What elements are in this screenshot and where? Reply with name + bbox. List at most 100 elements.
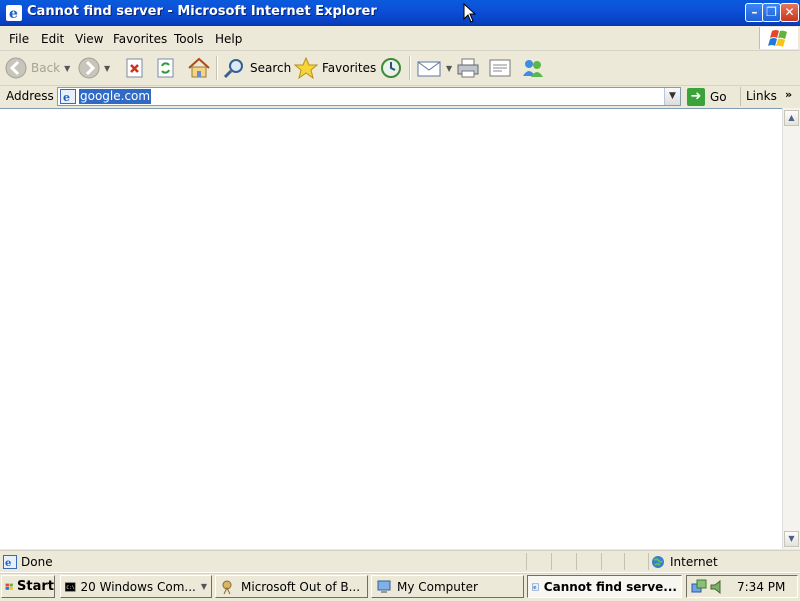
- back-label: Back: [31, 61, 61, 75]
- page-content[interactable]: [0, 108, 783, 549]
- printer-icon: [457, 58, 479, 78]
- menu-help[interactable]: Help: [215, 32, 242, 46]
- links-chevron-icon[interactable]: »: [785, 88, 792, 101]
- globe-icon: [652, 555, 664, 568]
- task-label: Cannot find serve...: [543, 579, 677, 594]
- window-title: Cannot find server - Microsoft Internet …: [27, 4, 377, 19]
- volume-tray-icon[interactable]: [709, 579, 725, 595]
- svg-text:C:\: C:\: [66, 584, 75, 590]
- forward-dropdown-icon[interactable]: ▼: [104, 64, 110, 73]
- status-pane: [551, 553, 575, 570]
- status-text: Done: [21, 555, 53, 569]
- mail-icon: [417, 61, 441, 77]
- stop-button[interactable]: [124, 54, 146, 82]
- close-icon: ✕: [784, 5, 795, 19]
- menu-view[interactable]: View: [75, 32, 103, 46]
- status-pane: [526, 553, 550, 570]
- address-dropdown-button[interactable]: ▼: [664, 88, 680, 105]
- vertical-scrollbar[interactable]: ▲ ▼: [782, 108, 800, 549]
- task-label: My Computer: [397, 579, 478, 594]
- status-pane: [601, 553, 623, 570]
- restore-button[interactable]: ❐: [762, 3, 781, 22]
- oobe-wizard-icon: [222, 580, 232, 594]
- scroll-up-button[interactable]: ▲: [784, 110, 799, 126]
- forward-arrow-icon: [78, 57, 100, 79]
- edit-button[interactable]: [488, 54, 512, 82]
- standard-toolbar: Back ▼ ▼ Search Favorites ▼: [0, 51, 800, 86]
- back-arrow-icon: [5, 57, 27, 79]
- status-bar: e Done Internet: [0, 550, 800, 573]
- edit-page-icon: [489, 59, 511, 77]
- address-bar: Address e google.com ▼ ➜ Go Links »: [0, 86, 800, 109]
- ie-logo-icon: e: [6, 5, 22, 22]
- taskbar: Start C:\ 20 Windows Com... ▼ Microsoft …: [0, 572, 800, 601]
- page-ie-icon: e: [60, 89, 76, 104]
- minimize-icon: –: [751, 5, 758, 19]
- search-icon: [223, 59, 243, 79]
- ie-logo-icon: e: [532, 583, 539, 591]
- go-arrow-icon: ➜: [687, 87, 705, 106]
- title-bar[interactable]: e Cannot find server - Microsoft Interne…: [0, 0, 800, 26]
- task-label: 20 Windows Com...: [80, 579, 196, 594]
- computer-icon: [377, 580, 391, 593]
- home-button[interactable]: [187, 54, 211, 82]
- command-prompt-icon: C:\: [65, 581, 76, 592]
- favorites-button[interactable]: Favorites: [294, 54, 376, 82]
- back-dropdown-icon[interactable]: ▼: [64, 64, 70, 73]
- taskbar-button-internet-explorer[interactable]: e Cannot find serve...: [527, 575, 682, 598]
- mail-button[interactable]: ▼: [416, 54, 452, 82]
- refresh-icon: [157, 58, 174, 78]
- favorites-label: Favorites: [322, 61, 377, 75]
- go-button[interactable]: ➜ Go: [687, 87, 727, 106]
- menu-bar: File Edit View Favorites Tools Help: [0, 26, 800, 51]
- zone-label: Internet: [670, 554, 718, 569]
- favorites-star-icon: [294, 57, 318, 79]
- task-label: Microsoft Out of B...: [241, 579, 361, 594]
- start-label: Start: [17, 579, 54, 594]
- search-button[interactable]: Search: [222, 54, 291, 82]
- windows-flag-icon: [5, 583, 13, 590]
- messenger-button[interactable]: [521, 54, 545, 82]
- menu-favorites[interactable]: Favorites: [113, 32, 167, 46]
- close-button[interactable]: ✕: [780, 3, 799, 22]
- chevron-down-icon: ▼: [669, 91, 676, 101]
- go-label: Go: [710, 89, 727, 104]
- address-label: Address: [6, 89, 54, 103]
- mail-dropdown-icon[interactable]: ▼: [446, 64, 452, 73]
- system-tray: 7:34 PM: [686, 575, 798, 598]
- start-button[interactable]: Start: [1, 575, 55, 598]
- security-zone: Internet: [648, 553, 718, 570]
- taskbar-button-my-computer[interactable]: My Computer: [371, 575, 524, 598]
- forward-button[interactable]: ▼: [78, 54, 110, 82]
- search-label: Search: [250, 61, 292, 75]
- page-status-icon: e: [3, 555, 17, 569]
- menu-tools[interactable]: Tools: [174, 32, 204, 46]
- svg-text:e: e: [533, 585, 536, 591]
- home-icon: [188, 57, 210, 78]
- links-button[interactable]: Links: [740, 87, 777, 106]
- refresh-button[interactable]: [155, 54, 177, 82]
- address-input[interactable]: e google.com ▼: [57, 87, 681, 106]
- taskbar-button-microsoft-out-of-box[interactable]: Microsoft Out of B...: [215, 575, 368, 598]
- history-icon: [381, 58, 401, 78]
- back-button[interactable]: Back ▼: [5, 54, 70, 82]
- svg-text:e: e: [5, 558, 11, 569]
- menu-file[interactable]: File: [9, 32, 29, 46]
- clock[interactable]: 7:34 PM: [737, 580, 785, 594]
- menu-edit[interactable]: Edit: [41, 32, 64, 46]
- mouse-cursor-icon: [463, 3, 477, 23]
- print-button[interactable]: [456, 54, 480, 82]
- network-tray-icon[interactable]: [691, 579, 707, 595]
- chevron-up-icon: ▲: [788, 113, 795, 122]
- windows-logo-icon: [759, 27, 798, 49]
- history-button[interactable]: [379, 54, 403, 82]
- status-pane: [576, 553, 600, 570]
- restore-icon: ❐: [766, 5, 777, 19]
- scroll-down-button[interactable]: ▼: [784, 531, 799, 547]
- taskbar-button-command-prompt[interactable]: C:\ 20 Windows Com... ▼: [60, 575, 212, 598]
- svg-text:e: e: [9, 6, 18, 22]
- status-pane: [624, 553, 647, 570]
- address-url[interactable]: google.com: [79, 89, 152, 104]
- chevron-down-icon: ▼: [788, 534, 795, 543]
- messenger-people-icon: [523, 60, 543, 77]
